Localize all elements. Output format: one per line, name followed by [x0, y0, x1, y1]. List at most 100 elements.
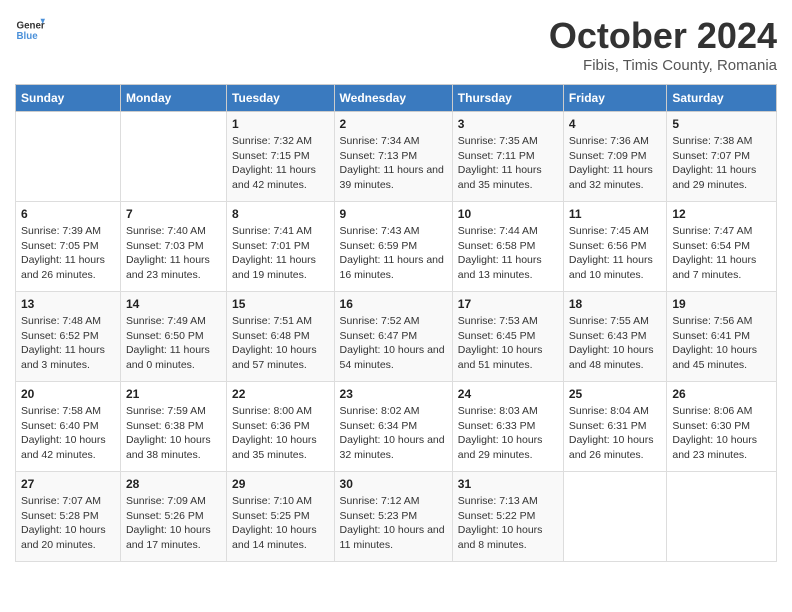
day-info: Sunrise: 7:40 AM Sunset: 7:03 PM Dayligh…: [126, 224, 221, 283]
day-number: 14: [126, 297, 221, 311]
calendar-cell: 1Sunrise: 7:32 AM Sunset: 7:15 PM Daylig…: [227, 112, 335, 202]
day-number: 19: [672, 297, 771, 311]
logo-icon: General Blue: [15, 15, 45, 45]
day-info: Sunrise: 7:52 AM Sunset: 6:47 PM Dayligh…: [340, 314, 447, 373]
day-number: 6: [21, 207, 115, 221]
calendar-cell: [16, 112, 121, 202]
calendar-cell: 7 Sunrise: 7:40 AM Sunset: 7:03 PM Daylig…: [120, 202, 226, 292]
day-info: Sunrise: 7:44 AM Sunset: 6:58 PM Dayligh…: [458, 224, 558, 283]
calendar-cell: 18Sunrise: 7:55 AM Sunset: 6:43 PM Dayli…: [563, 292, 667, 382]
day-info: Sunrise: 7:51 AM Sunset: 6:48 PM Dayligh…: [232, 314, 329, 373]
day-number: 9: [340, 207, 447, 221]
day-info: Sunrise: 7:39 AM Sunset: 7:05 PM Dayligh…: [21, 224, 115, 283]
calendar-cell: 11 Sunrise: 7:45 AM Sunset: 6:56 PM Dayli…: [563, 202, 667, 292]
calendar-cell: 31Sunrise: 7:13 AM Sunset: 5:22 PM Dayli…: [452, 472, 563, 562]
day-number: 15: [232, 297, 329, 311]
day-number: 3: [458, 117, 558, 131]
day-info: Sunrise: 7:45 AM Sunset: 6:56 PM Dayligh…: [569, 224, 662, 283]
day-number: 21: [126, 387, 221, 401]
day-info: Sunrise: 7:07 AM Sunset: 5:28 PM Dayligh…: [21, 494, 115, 553]
day-number: 30: [340, 477, 447, 491]
calendar-cell: 23 Sunrise: 8:02 AM Sunset: 6:34 PM Dayli…: [334, 382, 452, 472]
calendar-cell: 21 Sunrise: 7:59 AM Sunset: 6:38 PM Dayli…: [120, 382, 226, 472]
day-info: Sunrise: 7:56 AM Sunset: 6:41 PM Dayligh…: [672, 314, 771, 373]
calendar-cell: 10 Sunrise: 7:44 AM Sunset: 6:58 PM Dayli…: [452, 202, 563, 292]
day-info: Sunrise: 7:36 AM Sunset: 7:09 PM Dayligh…: [569, 134, 662, 193]
day-number: 28: [126, 477, 221, 491]
svg-text:General: General: [17, 21, 46, 32]
day-number: 18: [569, 297, 662, 311]
column-header-friday: Friday: [563, 85, 667, 112]
day-number: 25: [569, 387, 662, 401]
day-info: Sunrise: 7:13 AM Sunset: 5:22 PM Dayligh…: [458, 494, 558, 553]
calendar-cell: 20 Sunrise: 7:58 AM Sunset: 6:40 PM Dayli…: [16, 382, 121, 472]
column-header-sunday: Sunday: [16, 85, 121, 112]
month-title: October 2024: [549, 15, 777, 57]
svg-text:Blue: Blue: [17, 31, 39, 42]
day-number: 2: [340, 117, 447, 131]
calendar-cell: 26 Sunrise: 8:06 AM Sunset: 6:30 PM Dayli…: [667, 382, 777, 472]
day-info: Sunrise: 7:58 AM Sunset: 6:40 PM Dayligh…: [21, 404, 115, 463]
calendar-cell: 30 Sunrise: 7:12 AM Sunset: 5:23 PM Dayli…: [334, 472, 452, 562]
day-info: Sunrise: 8:03 AM Sunset: 6:33 PM Dayligh…: [458, 404, 558, 463]
calendar-table: SundayMondayTuesdayWednesdayThursdayFrid…: [15, 84, 777, 562]
day-number: 23: [340, 387, 447, 401]
calendar-cell: 29 Sunrise: 7:10 AM Sunset: 5:25 PM Dayli…: [227, 472, 335, 562]
day-info: Sunrise: 7:41 AM Sunset: 7:01 PM Dayligh…: [232, 224, 329, 283]
calendar-cell: 5Sunrise: 7:38 AM Sunset: 7:07 PM Daylig…: [667, 112, 777, 202]
calendar-cell: 24 Sunrise: 8:03 AM Sunset: 6:33 PM Dayli…: [452, 382, 563, 472]
day-info: Sunrise: 7:09 AM Sunset: 5:26 PM Dayligh…: [126, 494, 221, 553]
column-header-wednesday: Wednesday: [334, 85, 452, 112]
calendar-cell: 6 Sunrise: 7:39 AM Sunset: 7:05 PM Daylig…: [16, 202, 121, 292]
day-number: 22: [232, 387, 329, 401]
day-info: Sunrise: 7:48 AM Sunset: 6:52 PM Dayligh…: [21, 314, 115, 373]
calendar-cell: 2 Sunrise: 7:34 AM Sunset: 7:13 PM Daylig…: [334, 112, 452, 202]
location: Fibis, Timis County, Romania: [549, 57, 777, 74]
column-header-thursday: Thursday: [452, 85, 563, 112]
calendar-cell: 12 Sunrise: 7:47 AM Sunset: 6:54 PM Dayli…: [667, 202, 777, 292]
calendar-cell: 25Sunrise: 8:04 AM Sunset: 6:31 PM Dayli…: [563, 382, 667, 472]
day-info: Sunrise: 7:10 AM Sunset: 5:25 PM Dayligh…: [232, 494, 329, 553]
day-number: 10: [458, 207, 558, 221]
day-number: 12: [672, 207, 771, 221]
day-number: 4: [569, 117, 662, 131]
day-number: 17: [458, 297, 558, 311]
title-block: October 2024 Fibis, Timis County, Romani…: [549, 15, 777, 74]
day-info: Sunrise: 7:47 AM Sunset: 6:54 PM Dayligh…: [672, 224, 771, 283]
day-info: Sunrise: 7:35 AM Sunset: 7:11 PM Dayligh…: [458, 134, 558, 193]
calendar-cell: 9 Sunrise: 7:43 AM Sunset: 6:59 PM Daylig…: [334, 202, 452, 292]
day-number: 27: [21, 477, 115, 491]
day-number: 24: [458, 387, 558, 401]
day-info: Sunrise: 7:43 AM Sunset: 6:59 PM Dayligh…: [340, 224, 447, 283]
calendar-cell: [667, 472, 777, 562]
calendar-cell: 22Sunrise: 8:00 AM Sunset: 6:36 PM Dayli…: [227, 382, 335, 472]
calendar-cell: 17 Sunrise: 7:53 AM Sunset: 6:45 PM Dayli…: [452, 292, 563, 382]
day-info: Sunrise: 7:12 AM Sunset: 5:23 PM Dayligh…: [340, 494, 447, 553]
calendar-cell: 14 Sunrise: 7:49 AM Sunset: 6:50 PM Dayli…: [120, 292, 226, 382]
day-info: Sunrise: 7:49 AM Sunset: 6:50 PM Dayligh…: [126, 314, 221, 373]
day-info: Sunrise: 7:38 AM Sunset: 7:07 PM Dayligh…: [672, 134, 771, 193]
day-info: Sunrise: 8:02 AM Sunset: 6:34 PM Dayligh…: [340, 404, 447, 463]
day-info: Sunrise: 7:53 AM Sunset: 6:45 PM Dayligh…: [458, 314, 558, 373]
day-number: 20: [21, 387, 115, 401]
calendar-cell: 15 Sunrise: 7:51 AM Sunset: 6:48 PM Dayli…: [227, 292, 335, 382]
day-number: 26: [672, 387, 771, 401]
day-number: 13: [21, 297, 115, 311]
calendar-cell: 28 Sunrise: 7:09 AM Sunset: 5:26 PM Dayli…: [120, 472, 226, 562]
calendar-cell: 19 Sunrise: 7:56 AM Sunset: 6:41 PM Dayli…: [667, 292, 777, 382]
day-info: Sunrise: 7:32 AM Sunset: 7:15 PM Dayligh…: [232, 134, 329, 193]
column-header-monday: Monday: [120, 85, 226, 112]
calendar-cell: 3 Sunrise: 7:35 AM Sunset: 7:11 PM Daylig…: [452, 112, 563, 202]
day-number: 11: [569, 207, 662, 221]
day-info: Sunrise: 7:59 AM Sunset: 6:38 PM Dayligh…: [126, 404, 221, 463]
day-number: 8: [232, 207, 329, 221]
day-number: 29: [232, 477, 329, 491]
day-number: 16: [340, 297, 447, 311]
calendar-cell: 27 Sunrise: 7:07 AM Sunset: 5:28 PM Dayli…: [16, 472, 121, 562]
day-info: Sunrise: 7:34 AM Sunset: 7:13 PM Dayligh…: [340, 134, 447, 193]
column-header-tuesday: Tuesday: [227, 85, 335, 112]
calendar-cell: 13 Sunrise: 7:48 AM Sunset: 6:52 PM Dayli…: [16, 292, 121, 382]
calendar-cell: 8 Sunrise: 7:41 AM Sunset: 7:01 PM Daylig…: [227, 202, 335, 292]
day-number: 7: [126, 207, 221, 221]
day-info: Sunrise: 8:06 AM Sunset: 6:30 PM Dayligh…: [672, 404, 771, 463]
